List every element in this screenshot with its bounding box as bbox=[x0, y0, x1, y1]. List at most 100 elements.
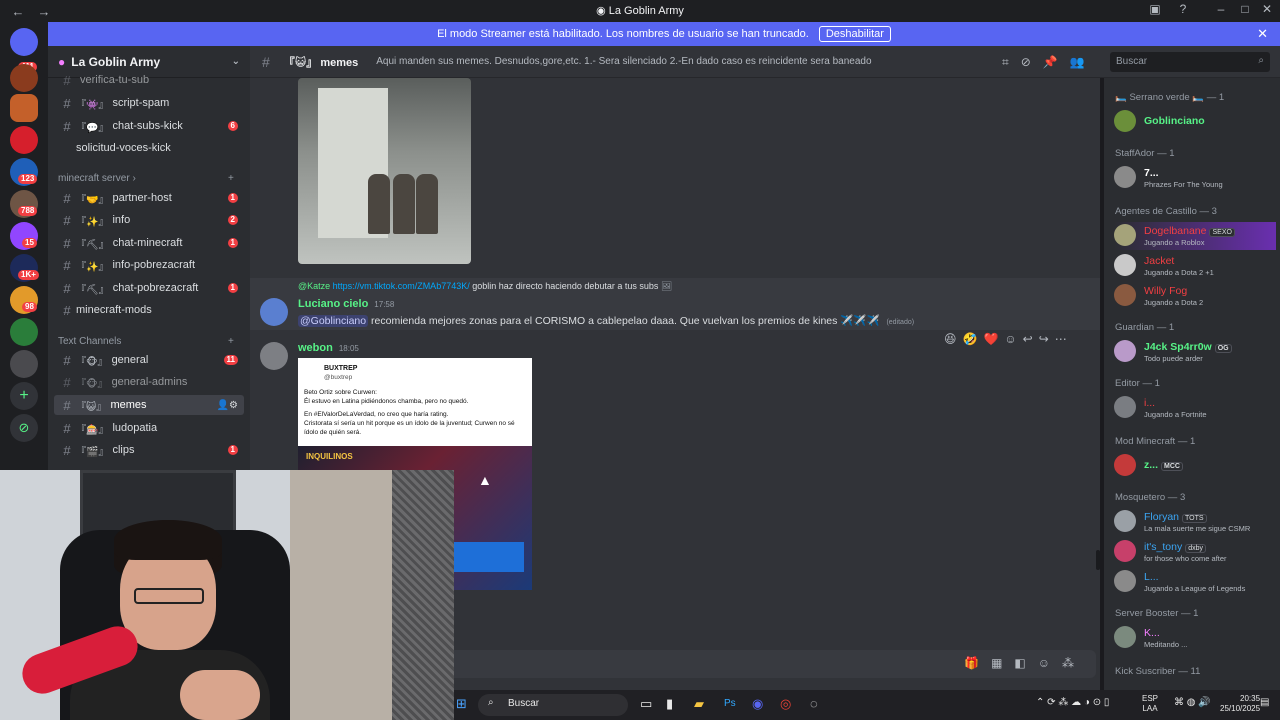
member-item[interactable]: Jacket Jugando a Dota 2 +1 bbox=[1114, 252, 1276, 280]
hash-icon: # bbox=[63, 280, 71, 296]
message-author[interactable]: Luciano cielo 17:58 bbox=[298, 298, 394, 310]
member-status: La mala suerte me sigue CSMR bbox=[1144, 524, 1251, 533]
member-item[interactable]: Dogelbanane SEXO Jugando a Roblox bbox=[1114, 222, 1276, 250]
channel-ludopatia[interactable]: # 『🎰』 ludopatia bbox=[54, 418, 244, 438]
channel-minecraft-mods[interactable]: # minecraft-mods bbox=[54, 300, 244, 320]
channel-script-spam[interactable]: # 『👾』 script-spam bbox=[54, 93, 244, 113]
help-icon[interactable]: ? bbox=[1172, 2, 1194, 16]
chevron-right-icon: › bbox=[132, 173, 136, 184]
notifications-icon[interactable]: ▤ bbox=[1260, 698, 1269, 708]
system-tray-icons[interactable]: ⌘ ◍ 🔊 bbox=[1174, 698, 1211, 708]
image-figure bbox=[416, 174, 438, 234]
member-name: Willy Fog bbox=[1144, 285, 1188, 297]
task-view-icon[interactable]: ▭ bbox=[640, 696, 652, 712]
photoshop-icon[interactable]: Ps bbox=[724, 698, 736, 709]
channel-name: solicitud-voces-kick bbox=[76, 142, 171, 154]
scrollbar-thumb[interactable] bbox=[1096, 550, 1100, 570]
minimize-button[interactable]: – bbox=[1210, 2, 1232, 16]
member-item[interactable]: Willy Fog Jugando a Dota 2 bbox=[1114, 282, 1276, 310]
channel-chat-minecraft[interactable]: # 『⛏』 chat-minecraft 1 bbox=[54, 233, 244, 253]
reply-link[interactable]: https://vm.tiktok.com/ZMAb7743K/ bbox=[333, 281, 470, 291]
chevron-down-icon[interactable]: ⌄ bbox=[232, 56, 240, 67]
member-status: Todo puede arder bbox=[1144, 354, 1203, 363]
inbox-icon[interactable]: ▣ bbox=[1144, 2, 1166, 16]
channel-topic[interactable]: Aqui manden sus memes. Desnudos,gore,etc… bbox=[376, 56, 871, 67]
member-item[interactable]: L... Jugando a League of Legends bbox=[1114, 568, 1276, 596]
banner-text: El modo Streamer está habilitado. Los no… bbox=[437, 28, 809, 40]
member-item[interactable]: i... Jugando a Fortnite bbox=[1114, 394, 1276, 422]
channel-chat-pobrezacraft[interactable]: # 『⛏』 chat-pobrezacraft 1 bbox=[54, 278, 244, 298]
server-icon[interactable] bbox=[10, 94, 38, 122]
channel-general[interactable]: # 『🐵』 general 11 bbox=[54, 350, 244, 370]
server-icon[interactable] bbox=[10, 350, 38, 378]
channel-title: 『😺』 memes bbox=[283, 56, 359, 69]
header-action-icons[interactable]: ⌗⊘📌👥 bbox=[1002, 55, 1097, 70]
message-content: @Goblinciano recomienda mejores zonas pa… bbox=[298, 314, 914, 327]
avatar[interactable] bbox=[260, 298, 288, 326]
channel-info[interactable]: # 『✨』 info 2 bbox=[54, 210, 244, 230]
forward-button[interactable]: → bbox=[36, 4, 52, 19]
add-channel-icon[interactable]: + bbox=[228, 173, 234, 184]
direct-messages-icon[interactable] bbox=[10, 28, 38, 56]
discover-icon[interactable]: ⊘ bbox=[10, 414, 38, 442]
taskbar-search[interactable]: ⌕ Buscar bbox=[478, 694, 628, 716]
member-tag: dxby bbox=[1185, 544, 1206, 553]
hash-icon: # bbox=[63, 442, 71, 458]
message-author[interactable]: webon 18:05 bbox=[298, 342, 359, 354]
search-input[interactable]: Buscar ⌕ bbox=[1110, 52, 1270, 72]
channel-prefix: 『🎬』 bbox=[76, 446, 109, 458]
member-item[interactable]: 7... Phrazes For The Young bbox=[1114, 164, 1276, 192]
tweet-line: Él estuvo en Latina pidiéndonos chamba, … bbox=[304, 398, 469, 405]
file-explorer-icon[interactable]: ▰ bbox=[694, 696, 704, 712]
clock[interactable]: 20:35 25/10/2025 bbox=[1220, 694, 1260, 714]
message-actions[interactable]: 😆🤣❤️☺↩↪⋯ bbox=[944, 332, 1073, 346]
hash-icon: # bbox=[63, 257, 71, 273]
avatar[interactable] bbox=[260, 342, 288, 370]
channel-verifica-tu-sub[interactable]: # verifica-tu-sub bbox=[54, 70, 244, 90]
member-item[interactable]: Goblinciano bbox=[1114, 108, 1276, 136]
server-icon[interactable] bbox=[10, 64, 38, 92]
composer-action-icons[interactable]: 🎁▦◧☺⁂ bbox=[964, 656, 1086, 670]
server-icon[interactable] bbox=[10, 318, 38, 346]
chrome-icon[interactable]: ◎ bbox=[780, 696, 791, 712]
channel-memes-selected[interactable]: # 『😺』 memes 👤⚙ bbox=[54, 395, 244, 415]
language-indicator[interactable]: ESP LAA bbox=[1142, 694, 1158, 714]
close-window-button[interactable]: ✕ bbox=[1256, 2, 1278, 16]
channel-solicitud-voces-kick[interactable]: # solicitud-voces-kick bbox=[54, 138, 244, 158]
add-server-icon[interactable]: + bbox=[10, 382, 38, 410]
obs-icon[interactable]: ◌ bbox=[810, 696, 818, 711]
mention[interactable]: @Goblinciano bbox=[298, 315, 369, 327]
category-minecraft[interactable]: minecraft server › + bbox=[58, 173, 234, 184]
back-button[interactable]: ← bbox=[10, 4, 26, 19]
tray-icons[interactable]: ⌃ ⟳ ⁂ ☁ ◑ ⊙ ▯ bbox=[1036, 698, 1109, 708]
message-time: 18:05 bbox=[338, 344, 359, 353]
window-title: ◉ La Goblin Army bbox=[0, 4, 1280, 17]
maximize-button[interactable]: □ bbox=[1234, 2, 1256, 16]
role-header: Server Booster — 1 bbox=[1115, 608, 1199, 619]
member-item[interactable]: Floryan TOTS La mala suerte me sigue CSMR bbox=[1114, 508, 1276, 536]
windows-start-icon[interactable]: ⊞ bbox=[456, 696, 467, 712]
member-item[interactable]: it's_tony dxby for those who come after bbox=[1114, 538, 1276, 566]
member-item[interactable]: K... Meditando ... bbox=[1114, 624, 1276, 652]
channel-clips[interactable]: # 『🎬』 clips 1 bbox=[54, 440, 244, 460]
server-icon[interactable] bbox=[10, 126, 38, 154]
channel-chat-subs-kick[interactable]: # 『💬』 chat-subs-kick 6 bbox=[54, 116, 244, 136]
hash-icon: # bbox=[63, 212, 71, 228]
member-item[interactable]: J4ck Sp4rr0w OG Todo puede arder bbox=[1114, 338, 1276, 366]
image-attachment[interactable] bbox=[298, 78, 471, 264]
search-icon: ⌕ bbox=[1258, 55, 1264, 66]
channel-general-admins[interactable]: # 『🐵』 general-admins bbox=[54, 372, 244, 392]
member-item[interactable]: z... MCC bbox=[1114, 452, 1276, 480]
close-banner-icon[interactable]: ✕ bbox=[1257, 26, 1268, 42]
category-text-channels[interactable]: Text Channels + bbox=[58, 336, 234, 347]
disable-streamer-button[interactable]: Deshabilitar bbox=[818, 26, 891, 42]
discord-taskbar-icon[interactable]: ◉ bbox=[752, 696, 763, 712]
streamer-mode-banner: El modo Streamer está habilitado. Los no… bbox=[48, 22, 1280, 46]
invite-settings-icons[interactable]: 👤⚙ bbox=[217, 400, 238, 411]
add-channel-icon[interactable]: + bbox=[228, 336, 234, 347]
app-icon[interactable]: ▮ bbox=[666, 696, 673, 712]
channel-partner-host[interactable]: # 『🤝』 partner-host 1 bbox=[54, 188, 244, 208]
channel-info-pobrezacraft[interactable]: # 『✨』 info-pobrezacraft bbox=[54, 255, 244, 275]
avatar bbox=[1114, 510, 1136, 532]
reply-preview[interactable]: @Katze https://vm.tiktok.com/ZMAb7743K/ … bbox=[298, 281, 672, 292]
